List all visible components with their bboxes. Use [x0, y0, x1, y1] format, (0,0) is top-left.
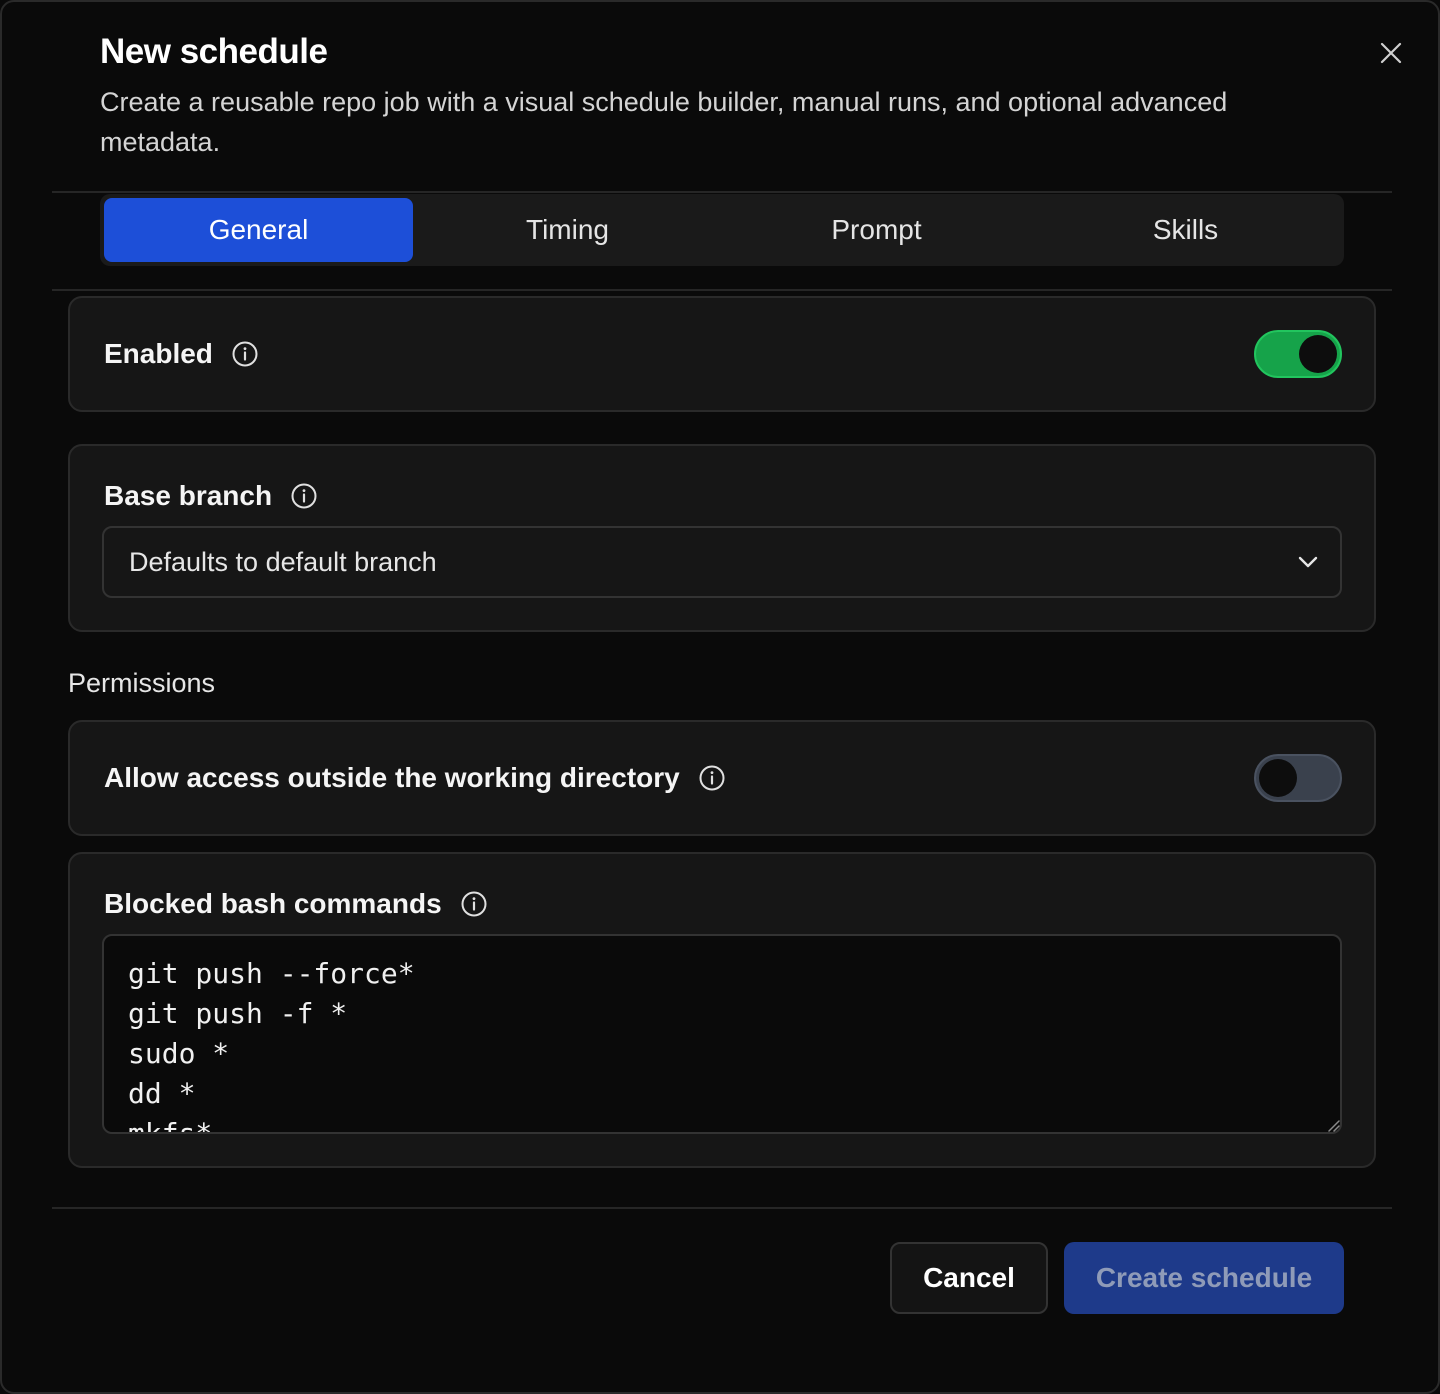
- allow-outside-card: Allow access outside the working directo…: [68, 720, 1376, 836]
- base-branch-value: Defaults to default branch: [129, 546, 437, 577]
- new-schedule-dialog: New schedule Create a reusable repo job …: [0, 0, 1440, 1394]
- permissions-heading: Permissions: [68, 668, 216, 698]
- dialog-description: Create a reusable repo job with a visual…: [100, 87, 1228, 157]
- resize-handle-icon[interactable]: [1326, 1118, 1340, 1132]
- info-icon[interactable]: [231, 340, 259, 368]
- allow-outside-label: Allow access outside the working directo…: [104, 762, 680, 793]
- close-button[interactable]: [1374, 36, 1408, 70]
- cancel-button[interactable]: Cancel: [890, 1242, 1048, 1314]
- tab-bar: General Timing Prompt Skills: [100, 194, 1344, 266]
- base-branch-row: Base branch: [104, 480, 318, 512]
- tab-prompt[interactable]: Prompt: [722, 198, 1031, 262]
- info-icon[interactable]: [698, 764, 726, 792]
- blocked-commands-textarea[interactable]: git push --force* git push -f * sudo * d…: [102, 934, 1342, 1134]
- blocked-commands-label: Blocked bash commands: [104, 888, 442, 919]
- allow-outside-row: Allow access outside the working directo…: [104, 762, 726, 794]
- enabled-label: Enabled: [104, 338, 213, 369]
- create-schedule-button[interactable]: Create schedule: [1064, 1242, 1344, 1314]
- tab-skills[interactable]: Skills: [1031, 198, 1340, 262]
- info-icon[interactable]: [290, 482, 318, 510]
- info-icon[interactable]: [460, 890, 488, 918]
- enabled-toggle[interactable]: [1254, 330, 1342, 378]
- tabs-divider: [52, 289, 1392, 291]
- blocked-commands-row: Blocked bash commands: [104, 888, 488, 920]
- base-branch-label: Base branch: [104, 480, 273, 511]
- footer-divider: [52, 1207, 1392, 1209]
- enabled-card: Enabled: [68, 296, 1376, 412]
- tab-general[interactable]: General: [104, 198, 413, 262]
- dialog-title: New schedule: [100, 32, 328, 71]
- chevron-down-icon: [1298, 556, 1318, 568]
- close-icon: [1380, 42, 1402, 64]
- header-divider: [52, 191, 1392, 193]
- toggle-knob: [1299, 335, 1337, 373]
- base-branch-select[interactable]: Defaults to default branch: [102, 526, 1342, 598]
- enabled-row: Enabled: [104, 338, 259, 370]
- toggle-knob: [1259, 759, 1297, 797]
- tab-timing[interactable]: Timing: [413, 198, 722, 262]
- base-branch-card: Base branch Defaults to default branch: [68, 444, 1376, 632]
- blocked-commands-card: Blocked bash commands git push --force* …: [68, 852, 1376, 1168]
- allow-outside-toggle[interactable]: [1254, 754, 1342, 802]
